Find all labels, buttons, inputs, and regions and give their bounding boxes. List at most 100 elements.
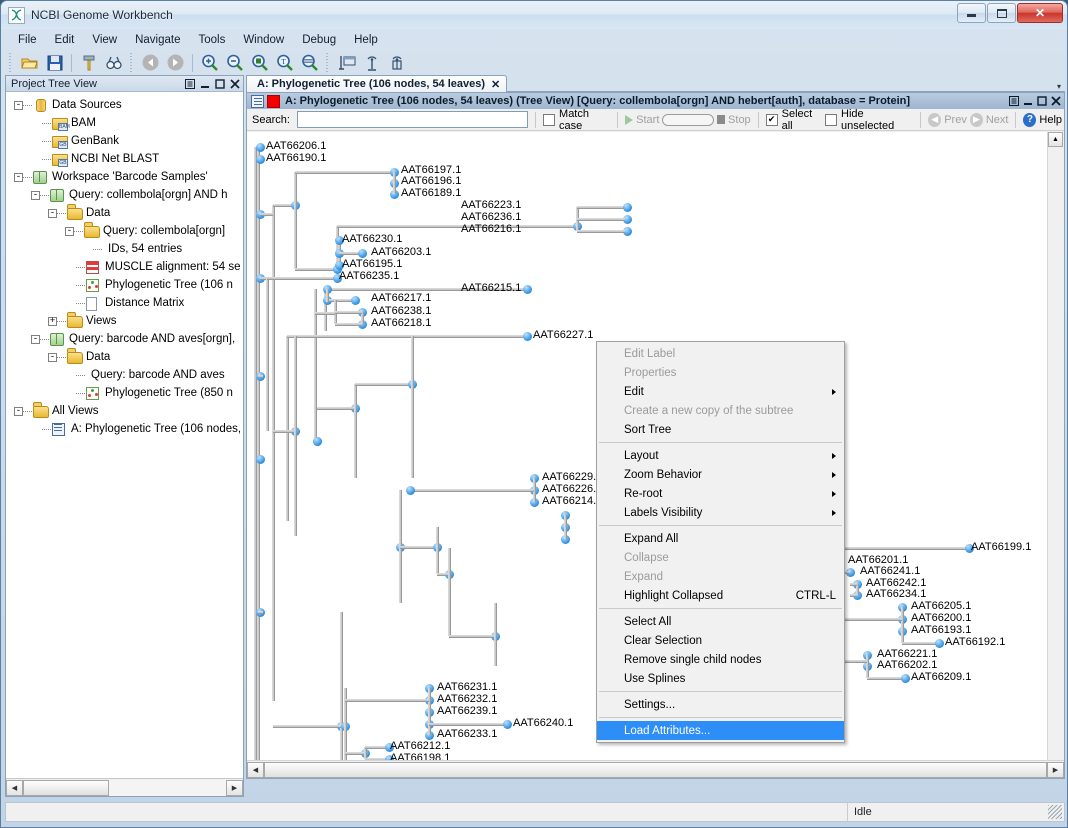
project-tree-item[interactable]: + Views (6, 312, 243, 330)
tree-node[interactable] (350, 295, 360, 305)
hscroll-left-arrow[interactable]: ◀ (6, 779, 23, 796)
tree-expander[interactable]: - (48, 208, 57, 218)
project-tree-item[interactable]: GB GenBank (6, 132, 243, 150)
hammer-tools-icon[interactable] (77, 52, 100, 74)
maximize-button[interactable] (987, 3, 1016, 23)
tree-hscroll-thumb[interactable] (264, 761, 1047, 778)
context-menu-item-highlight-collapsed[interactable]: Highlight Collapsed CTRL-L (597, 586, 844, 605)
tree-leaf-label[interactable]: AAT66230.1 (342, 233, 402, 245)
prev-arrow-icon[interactable]: ◀ (928, 112, 942, 127)
tab-phylogenetic-tree[interactable]: A: Phylogenetic Tree (106 nodes, 54 leav… (246, 75, 508, 92)
open-folder-icon[interactable] (18, 52, 41, 74)
tree-leaf-label[interactable]: AAT66190.1 (266, 152, 326, 164)
back-arrow-icon[interactable] (139, 52, 162, 74)
view-close-icon[interactable] (1049, 94, 1063, 108)
tree-leaf-label[interactable]: AAT66200.1 (911, 612, 971, 624)
save-icon[interactable] (43, 52, 66, 74)
panel-close-icon[interactable] (228, 77, 241, 90)
tree-leaf-label[interactable]: AAT66239.1 (437, 705, 497, 717)
zoom-to-sequence-icon[interactable]: T (273, 52, 296, 74)
tree-leaf-label[interactable]: AAT66217.1 (371, 292, 431, 304)
tree-leaf-label[interactable]: AAT66241.1 (860, 565, 920, 577)
panel-menu-icon[interactable] (183, 77, 196, 90)
context-menu-item-load-attributes[interactable]: Load Attributes... (597, 721, 844, 740)
tree-node[interactable] (502, 719, 512, 729)
tree-context-menu[interactable]: Edit Label Properties Edit Create a new cop… (596, 341, 845, 743)
menu-file[interactable]: File (9, 31, 46, 49)
context-menu-item-labels-visibility[interactable]: Labels Visibility (597, 503, 844, 522)
match-case-checkbox[interactable]: Match case (543, 108, 610, 132)
tree-leaf-label[interactable]: AAT66240.1 (513, 717, 573, 729)
project-panel-hscrollbar[interactable]: ◀ ▶ (6, 778, 243, 796)
tree-leaf-label[interactable]: AAT66232.1 (437, 693, 497, 705)
forward-arrow-icon[interactable] (164, 52, 187, 74)
help-icon[interactable]: ? (1023, 112, 1037, 127)
project-tree-item[interactable]: - Data (6, 204, 243, 222)
help-label[interactable]: Help (1039, 114, 1062, 126)
project-tree-item[interactable]: GB NCBI Net BLAST (6, 150, 243, 168)
project-tree-item[interactable]: - All Views (6, 402, 243, 420)
project-tree-item[interactable]: Query: barcode AND aves (6, 366, 243, 384)
tree-leaf-label[interactable]: AAT66236.1 (461, 211, 521, 223)
match-case-checkbox-box[interactable] (543, 113, 556, 126)
tree-node[interactable] (405, 485, 415, 495)
tree-leaf-label[interactable]: AAT66231.1 (437, 681, 497, 693)
tree-leaf-label[interactable]: AAT66206.1 (266, 140, 326, 152)
project-tree-item[interactable]: BAM BAM (6, 114, 243, 132)
tree-expander[interactable]: - (14, 100, 23, 110)
start-label[interactable]: Start (636, 114, 659, 126)
context-menu-item-zoom-behavior[interactable]: Zoom Behavior (597, 465, 844, 484)
menu-navigate[interactable]: Navigate (126, 31, 189, 49)
panel-minimize-icon[interactable] (198, 77, 211, 90)
search-input[interactable] (296, 111, 529, 128)
tree-leaf-label[interactable]: AAT66205.1 (911, 600, 971, 612)
panel-maximize-icon[interactable] (213, 77, 226, 90)
project-tree-item[interactable]: - Data (6, 348, 243, 366)
zoom-out-icon[interactable] (223, 52, 246, 74)
tree-expander[interactable]: - (14, 406, 23, 416)
tree-view-vscrollbar[interactable]: ▲ ▼ (1047, 132, 1064, 778)
tree-leaf-label[interactable]: AAT66189.1 (401, 187, 461, 199)
tree-node[interactable] (357, 248, 367, 258)
hscroll-thumb[interactable] (23, 779, 109, 796)
tree-leaf-label[interactable]: AAT66195.1 (342, 258, 402, 270)
tree-node[interactable] (312, 436, 322, 446)
broadcast-selection-icon[interactable] (360, 52, 383, 74)
resize-grip-icon[interactable] (1048, 805, 1062, 819)
tree-node[interactable] (900, 673, 910, 683)
project-tree-item[interactable]: IDs, 54 entries (6, 240, 243, 258)
tree-leaf-label[interactable]: AAT66227.1 (533, 329, 593, 341)
close-button[interactable]: ✕ (1017, 3, 1063, 23)
project-tree-item[interactable]: - Workspace 'Barcode Samples' (6, 168, 243, 186)
tree-leaf-label[interactable]: AAT66203.1 (371, 246, 431, 258)
context-menu-item-select-all[interactable]: Select All (597, 612, 844, 631)
minimize-button[interactable] (957, 3, 986, 23)
stop-label[interactable]: Stop (728, 114, 751, 126)
menu-debug[interactable]: Debug (293, 31, 345, 49)
tree-leaf-label[interactable]: AAT66209.1 (911, 671, 971, 683)
tree-leaf-label[interactable]: AAT66226.1 (542, 483, 602, 495)
tree-leaf-label[interactable]: AAT66238.1 (371, 305, 431, 317)
tree-leaf-label[interactable]: AAT66192.1 (945, 636, 1005, 648)
tab-close-icon[interactable]: ✕ (491, 78, 500, 91)
tree-leaf-label[interactable]: AAT66202.1 (877, 659, 937, 671)
tree-expander[interactable]: - (31, 190, 40, 200)
tree-expander[interactable]: - (65, 226, 74, 236)
context-menu-item-layout[interactable]: Layout (597, 446, 844, 465)
stop-square-icon[interactable] (716, 115, 726, 124)
project-tree-item[interactable]: - Query: barcode AND aves[orgn], (6, 330, 243, 348)
prev-label[interactable]: Prev (944, 114, 967, 126)
context-menu-item-expand-all[interactable]: Expand All (597, 529, 844, 548)
tree-node[interactable] (255, 454, 265, 464)
view-maximize-icon[interactable] (1035, 94, 1049, 108)
zoom-in-icon[interactable] (198, 52, 221, 74)
tree-expander[interactable]: + (48, 316, 57, 326)
hide-unselected-checkbox-box[interactable] (825, 113, 838, 126)
context-menu-item-clear-selection[interactable]: Clear Selection (597, 631, 844, 650)
toolbar-grip-3[interactable] (325, 53, 331, 72)
tree-leaf-label[interactable]: AAT66235.1 (339, 270, 399, 282)
view-minimize-icon[interactable] (1021, 94, 1035, 108)
tree-leaf-label[interactable]: AAT66199.1 (971, 541, 1031, 553)
broadcast-options-icon[interactable] (385, 52, 408, 74)
toolbar-grip-2[interactable] (129, 53, 135, 72)
